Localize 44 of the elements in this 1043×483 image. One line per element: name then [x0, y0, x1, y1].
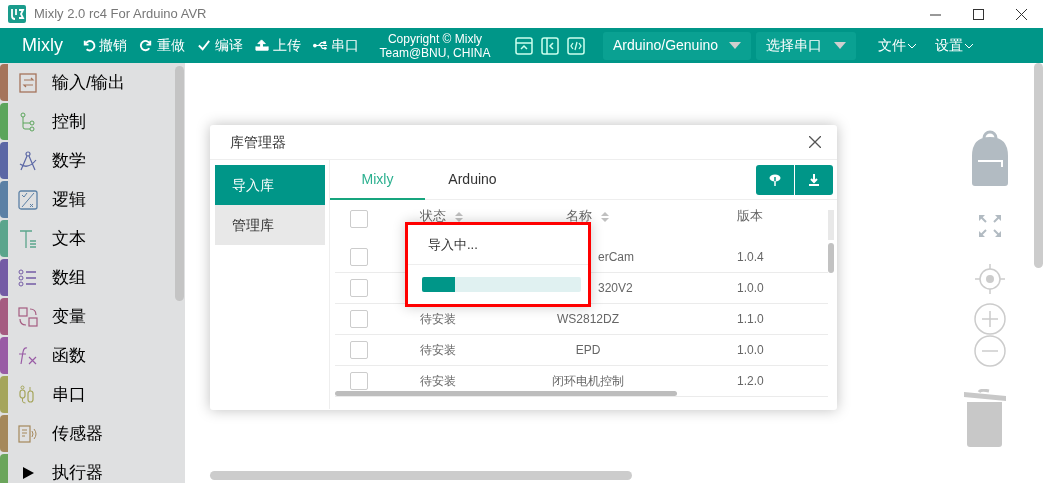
status-text: 待安装 [420, 374, 456, 388]
category-item[interactable]: 串口 [0, 375, 175, 414]
copyright-text: Copyright © Mixly Team@BNU, CHINA [378, 31, 492, 60]
category-item[interactable]: 逻辑 [0, 180, 175, 219]
tab[interactable]: Arduino [425, 160, 520, 200]
library-name: EPD [575, 343, 601, 357]
category-item[interactable]: 控制 [0, 102, 175, 141]
column-header[interactable]: 状态 [420, 209, 446, 223]
toolbar-button[interactable]: 重做 [133, 35, 191, 56]
toolbar-button[interactable]: 上传 [249, 35, 307, 56]
app-name: Mixly [22, 34, 63, 57]
dialog-title: 库管理器 [230, 132, 286, 152]
board-dropdown[interactable]: Arduino/Genuino [603, 31, 751, 60]
version-text: 1.1.0 [737, 312, 764, 326]
library-name: WS2812DZ [557, 312, 619, 326]
version-text: 1.0.0 [737, 281, 764, 295]
progress-label: 导入中... [428, 235, 478, 254]
library-name: erCam [598, 250, 634, 264]
menu-button[interactable]: 文件 [872, 35, 923, 56]
category-item[interactable]: 函数 [0, 336, 175, 375]
toolbar-button[interactable]: 撤销 [75, 35, 133, 56]
column-header[interactable]: 名称 [566, 209, 592, 223]
port-dropdown[interactable]: 选择串口 [756, 31, 856, 60]
toolbar-button[interactable]: 编译 [191, 35, 249, 56]
status-text: 待安装 [420, 312, 456, 326]
menu-button[interactable]: 设置 [929, 35, 980, 56]
category-item[interactable]: 文本 [0, 219, 175, 258]
category-item[interactable]: 数学 [0, 141, 175, 180]
version-text: 1.0.4 [737, 250, 764, 264]
window-title: Mixly 2.0 rc4 For Arduino AVR [34, 5, 207, 24]
library-name: 闭环电机控制 [552, 374, 624, 388]
category-item[interactable]: 变量 [0, 297, 175, 336]
column-header[interactable]: 版本 [737, 209, 763, 223]
library-name: 320V2 [598, 281, 633, 295]
category-item[interactable]: 传感器 [0, 414, 175, 453]
version-text: 1.0.0 [737, 343, 764, 357]
menu-item[interactable]: 导入库 [215, 165, 325, 205]
menu-item[interactable]: 管理库 [215, 205, 325, 245]
category-item[interactable]: 数组 [0, 258, 175, 297]
status-text: 待安装 [420, 343, 456, 357]
toolbar-button[interactable]: 串口 [307, 35, 365, 56]
category-item[interactable]: 执行器 [0, 453, 175, 483]
category-item[interactable]: 输入/输出 [0, 63, 175, 102]
version-text: 1.2.0 [737, 374, 764, 388]
